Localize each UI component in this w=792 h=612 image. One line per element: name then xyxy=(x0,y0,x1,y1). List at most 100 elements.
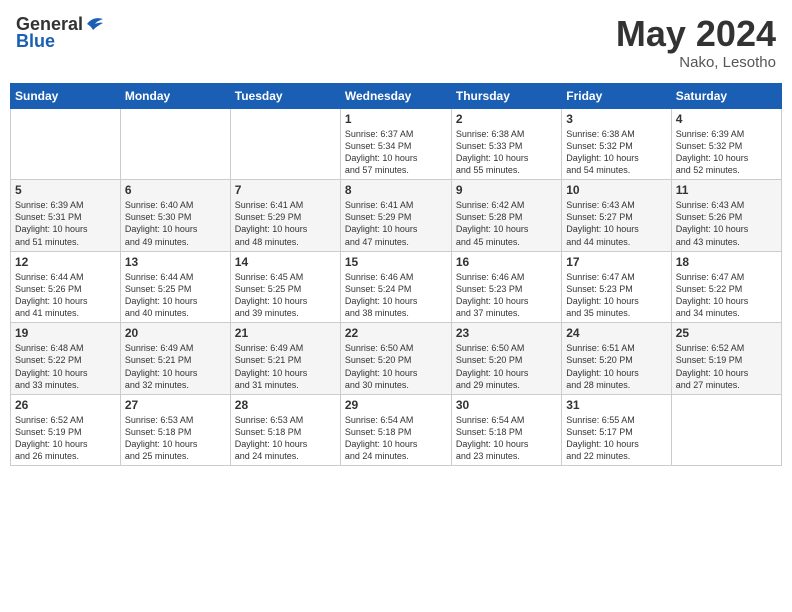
location-title: Nako, Lesotho xyxy=(616,54,776,71)
day-cell: 20 Sunrise: 6:49 AM Sunset: 5:21 PM Dayli… xyxy=(120,323,230,395)
day-cell: 4 Sunrise: 6:39 AM Sunset: 5:32 PM Daylig… xyxy=(671,108,781,180)
day-info: Sunrise: 6:52 AM Sunset: 5:19 PM Dayligh… xyxy=(15,414,116,463)
day-number: 29 xyxy=(345,398,447,412)
day-number: 8 xyxy=(345,183,447,197)
calendar-table: SundayMondayTuesdayWednesdayThursdayFrid… xyxy=(10,83,782,467)
day-info: Sunrise: 6:43 AM Sunset: 5:26 PM Dayligh… xyxy=(676,199,777,248)
day-cell: 16 Sunrise: 6:46 AM Sunset: 5:23 PM Dayli… xyxy=(451,251,561,323)
day-number: 20 xyxy=(125,326,226,340)
day-info: Sunrise: 6:43 AM Sunset: 5:27 PM Dayligh… xyxy=(566,199,666,248)
page: General Blue May 2024 Nako, Lesotho Sund… xyxy=(0,0,792,612)
day-cell: 17 Sunrise: 6:47 AM Sunset: 5:23 PM Dayli… xyxy=(562,251,671,323)
week-row-5: 26 Sunrise: 6:52 AM Sunset: 5:19 PM Dayli… xyxy=(11,394,782,466)
day-info: Sunrise: 6:39 AM Sunset: 5:32 PM Dayligh… xyxy=(676,128,777,177)
day-info: Sunrise: 6:53 AM Sunset: 5:18 PM Dayligh… xyxy=(125,414,226,463)
day-cell: 5Sunrise: 6:39 AM Sunset: 5:31 PM Daylig… xyxy=(11,180,121,252)
day-cell: 13 Sunrise: 6:44 AM Sunset: 5:25 PM Dayli… xyxy=(120,251,230,323)
day-cell: 23 Sunrise: 6:50 AM Sunset: 5:20 PM Dayli… xyxy=(451,323,561,395)
day-cell: 22 Sunrise: 6:50 AM Sunset: 5:20 PM Dayli… xyxy=(340,323,451,395)
day-cell: 1Sunrise: 6:37 AM Sunset: 5:34 PM Daylig… xyxy=(340,108,451,180)
day-number: 12 xyxy=(15,255,116,269)
day-info: Sunrise: 6:37 AM Sunset: 5:34 PM Dayligh… xyxy=(345,128,447,177)
title-area: May 2024 Nako, Lesotho xyxy=(616,14,776,71)
day-cell: 2Sunrise: 6:38 AM Sunset: 5:33 PM Daylig… xyxy=(451,108,561,180)
col-header-monday: Monday xyxy=(120,83,230,108)
day-number: 18 xyxy=(676,255,777,269)
day-info: Sunrise: 6:46 AM Sunset: 5:23 PM Dayligh… xyxy=(456,271,557,320)
day-number: 15 xyxy=(345,255,447,269)
day-number: 3 xyxy=(566,112,666,126)
day-number: 7 xyxy=(235,183,336,197)
day-number: 4 xyxy=(676,112,777,126)
day-info: Sunrise: 6:44 AM Sunset: 5:26 PM Dayligh… xyxy=(15,271,116,320)
day-number: 27 xyxy=(125,398,226,412)
day-cell: 29 Sunrise: 6:54 AM Sunset: 5:18 PM Dayli… xyxy=(340,394,451,466)
day-cell: 14 Sunrise: 6:45 AM Sunset: 5:25 PM Dayli… xyxy=(230,251,340,323)
day-cell: 15 Sunrise: 6:46 AM Sunset: 5:24 PM Dayli… xyxy=(340,251,451,323)
day-cell xyxy=(230,108,340,180)
day-info: Sunrise: 6:49 AM Sunset: 5:21 PM Dayligh… xyxy=(125,342,226,391)
day-cell: 28 Sunrise: 6:53 AM Sunset: 5:18 PM Dayli… xyxy=(230,394,340,466)
week-row-4: 19 Sunrise: 6:48 AM Sunset: 5:22 PM Dayli… xyxy=(11,323,782,395)
day-cell: 24Sunrise: 6:51 AM Sunset: 5:20 PM Dayli… xyxy=(562,323,671,395)
day-cell: 27 Sunrise: 6:53 AM Sunset: 5:18 PM Dayli… xyxy=(120,394,230,466)
day-info: Sunrise: 6:55 AM Sunset: 5:17 PM Dayligh… xyxy=(566,414,666,463)
day-cell xyxy=(671,394,781,466)
day-cell: 30Sunrise: 6:54 AM Sunset: 5:18 PM Dayli… xyxy=(451,394,561,466)
day-number: 17 xyxy=(566,255,666,269)
day-info: Sunrise: 6:38 AM Sunset: 5:33 PM Dayligh… xyxy=(456,128,557,177)
day-info: Sunrise: 6:44 AM Sunset: 5:25 PM Dayligh… xyxy=(125,271,226,320)
logo-bird-icon xyxy=(85,16,105,32)
day-info: Sunrise: 6:41 AM Sunset: 5:29 PM Dayligh… xyxy=(345,199,447,248)
day-info: Sunrise: 6:47 AM Sunset: 5:22 PM Dayligh… xyxy=(676,271,777,320)
logo: General Blue xyxy=(16,14,105,52)
day-info: Sunrise: 6:54 AM Sunset: 5:18 PM Dayligh… xyxy=(345,414,447,463)
day-cell: 19 Sunrise: 6:48 AM Sunset: 5:22 PM Dayli… xyxy=(11,323,121,395)
day-info: Sunrise: 6:48 AM Sunset: 5:22 PM Dayligh… xyxy=(15,342,116,391)
day-cell: 11 Sunrise: 6:43 AM Sunset: 5:26 PM Dayli… xyxy=(671,180,781,252)
day-cell: 21 Sunrise: 6:49 AM Sunset: 5:21 PM Dayli… xyxy=(230,323,340,395)
day-info: Sunrise: 6:50 AM Sunset: 5:20 PM Dayligh… xyxy=(456,342,557,391)
month-title: May 2024 xyxy=(616,14,776,54)
day-info: Sunrise: 6:46 AM Sunset: 5:24 PM Dayligh… xyxy=(345,271,447,320)
col-header-friday: Friday xyxy=(562,83,671,108)
day-number: 9 xyxy=(456,183,557,197)
day-info: Sunrise: 6:47 AM Sunset: 5:23 PM Dayligh… xyxy=(566,271,666,320)
day-number: 21 xyxy=(235,326,336,340)
day-info: Sunrise: 6:40 AM Sunset: 5:30 PM Dayligh… xyxy=(125,199,226,248)
day-number: 31 xyxy=(566,398,666,412)
day-info: Sunrise: 6:50 AM Sunset: 5:20 PM Dayligh… xyxy=(345,342,447,391)
day-info: Sunrise: 6:42 AM Sunset: 5:28 PM Dayligh… xyxy=(456,199,557,248)
day-cell xyxy=(11,108,121,180)
logo-blue-text: Blue xyxy=(16,31,55,52)
day-number: 28 xyxy=(235,398,336,412)
day-cell: 31 Sunrise: 6:55 AM Sunset: 5:17 PM Dayli… xyxy=(562,394,671,466)
day-number: 23 xyxy=(456,326,557,340)
day-info: Sunrise: 6:45 AM Sunset: 5:25 PM Dayligh… xyxy=(235,271,336,320)
day-number: 16 xyxy=(456,255,557,269)
day-cell: 3 Sunrise: 6:38 AM Sunset: 5:32 PM Daylig… xyxy=(562,108,671,180)
week-row-1: 1Sunrise: 6:37 AM Sunset: 5:34 PM Daylig… xyxy=(11,108,782,180)
col-header-sunday: Sunday xyxy=(11,83,121,108)
day-info: Sunrise: 6:39 AM Sunset: 5:31 PM Dayligh… xyxy=(15,199,116,248)
week-row-2: 5Sunrise: 6:39 AM Sunset: 5:31 PM Daylig… xyxy=(11,180,782,252)
col-header-thursday: Thursday xyxy=(451,83,561,108)
day-cell: 12 Sunrise: 6:44 AM Sunset: 5:26 PM Dayli… xyxy=(11,251,121,323)
week-row-3: 12 Sunrise: 6:44 AM Sunset: 5:26 PM Dayli… xyxy=(11,251,782,323)
day-info: Sunrise: 6:54 AM Sunset: 5:18 PM Dayligh… xyxy=(456,414,557,463)
day-number: 26 xyxy=(15,398,116,412)
day-cell: 7Sunrise: 6:41 AM Sunset: 5:29 PM Daylig… xyxy=(230,180,340,252)
day-number: 19 xyxy=(15,326,116,340)
day-cell: 18 Sunrise: 6:47 AM Sunset: 5:22 PM Dayli… xyxy=(671,251,781,323)
header-row: SundayMondayTuesdayWednesdayThursdayFrid… xyxy=(11,83,782,108)
day-cell: 6Sunrise: 6:40 AM Sunset: 5:30 PM Daylig… xyxy=(120,180,230,252)
day-info: Sunrise: 6:49 AM Sunset: 5:21 PM Dayligh… xyxy=(235,342,336,391)
header: General Blue May 2024 Nako, Lesotho xyxy=(10,10,782,75)
day-info: Sunrise: 6:38 AM Sunset: 5:32 PM Dayligh… xyxy=(566,128,666,177)
day-number: 13 xyxy=(125,255,226,269)
day-number: 22 xyxy=(345,326,447,340)
day-number: 14 xyxy=(235,255,336,269)
day-info: Sunrise: 6:53 AM Sunset: 5:18 PM Dayligh… xyxy=(235,414,336,463)
day-number: 11 xyxy=(676,183,777,197)
day-number: 10 xyxy=(566,183,666,197)
